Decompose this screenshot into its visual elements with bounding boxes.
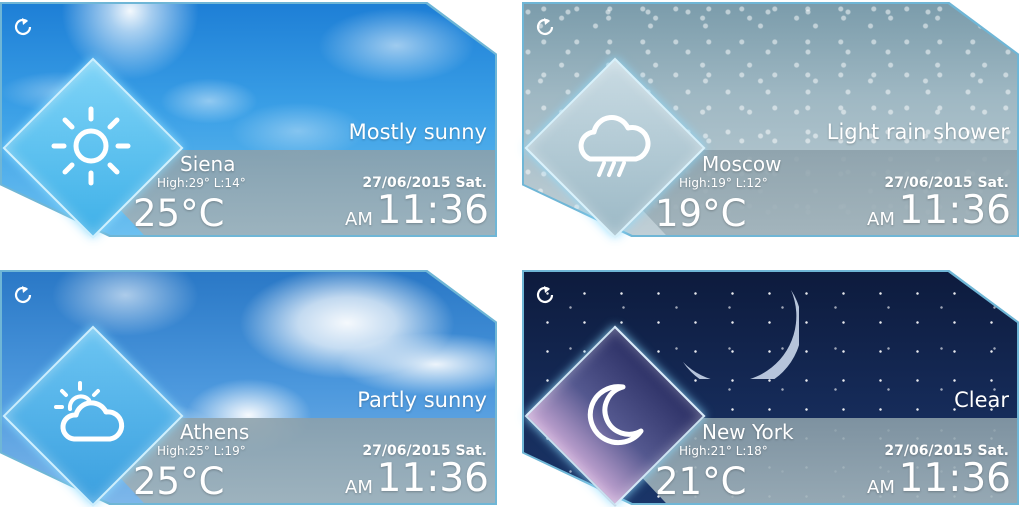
weather-widget-moscow[interactable]: Light rain shower Moscow High:19° L:12° … [522,2,1019,239]
refresh-icon[interactable] [532,282,558,308]
high-low-temps: High:19° L:12° [679,176,768,190]
refresh-icon[interactable] [10,282,36,308]
condition-label: Clear [954,388,1009,412]
weather-widget-siena[interactable]: Mostly sunny Siena High:29° L:14° 27/06/… [0,2,497,239]
condition-label: Mostly sunny [348,120,487,144]
high-low-temps: High:21° L:18° [679,444,768,458]
weather-widget-new-york[interactable]: Clear New York High:21° L:18° 27/06/2015… [522,270,1019,507]
am-pm-label: AM [867,477,895,498]
rain-cloud-icon [578,115,651,177]
clock-time: 11:36 [898,188,1011,233]
city-name: Athens [180,420,250,444]
condition-label: Partly sunny [357,388,487,412]
clock-time: 11:36 [898,456,1011,501]
current-temperature: 21°C [655,460,747,503]
clock-time: 11:36 [376,456,489,501]
am-pm-label: AM [345,209,373,230]
refresh-icon[interactable] [10,14,36,40]
refresh-icon[interactable] [532,14,558,40]
city-name: New York [702,420,794,444]
city-name: Siena [180,152,236,176]
current-temperature: 25°C [133,192,225,235]
am-pm-label: AM [345,477,373,498]
moon-icon [587,384,644,446]
high-low-temps: High:25° L:19° [157,444,246,458]
partly-sunny-icon [54,381,125,442]
current-temperature: 19°C [655,192,747,235]
sun-icon [51,106,131,186]
current-temperature: 25°C [133,460,225,503]
clock-time: 11:36 [376,188,489,233]
high-low-temps: High:29° L:14° [157,176,246,190]
condition-label: Light rain shower [826,120,1009,144]
am-pm-label: AM [867,209,895,230]
city-name: Moscow [702,152,782,176]
weather-widget-athens[interactable]: Partly sunny Athens High:25° L:19° 27/06… [0,270,497,507]
